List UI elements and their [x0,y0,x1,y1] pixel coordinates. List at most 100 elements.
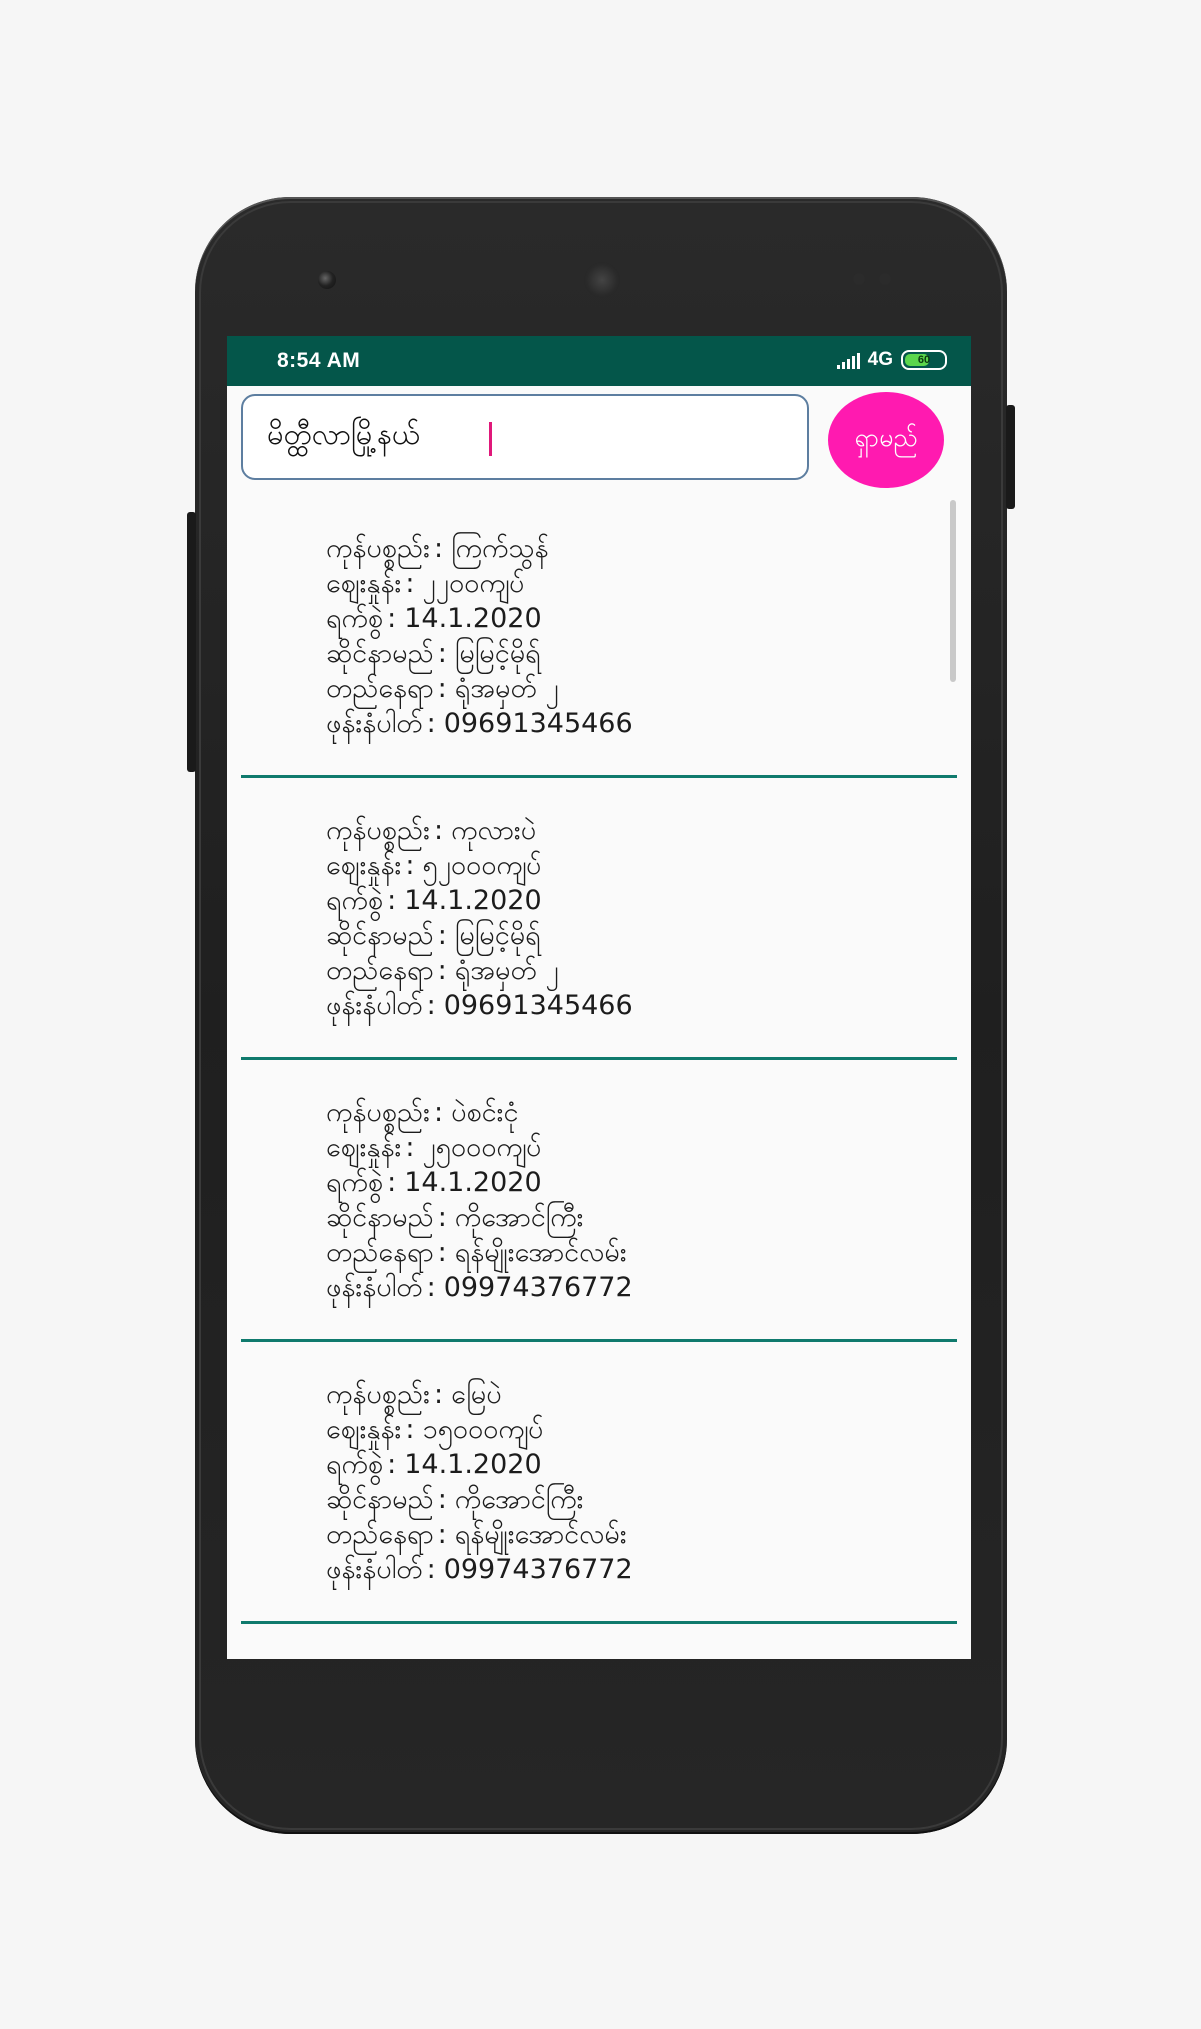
phone-label: ဖုန်းနံပါတ် [326,1272,423,1303]
phone-label: ဖုန်းနံပါတ် [326,990,423,1021]
result-card-details: ကုန်ပစ္စည်း: ကုလားပဲ ဈေးနှုန်း:၅၂၀၀၀ကျပ် ရက… [326,813,633,1023]
app-screen: 8:54 AM 4G 60 ရှာမည် ကုန်ပစ္စည်း:ကြက်သွန… [227,336,971,1659]
shop-row: ဆိုင်နာမည်: မြမြင့်မိုရ် [326,636,633,671]
colon-separator: : [387,885,397,916]
colon-separator: : [437,1202,447,1233]
battery-icon: 60 [901,350,947,370]
result-card-details: ကုန်ပစ္စည်း: မြေပဲ ဈေးနှုန်း:၁၅၀၀၀ကျပ် ရက်စ… [326,1377,633,1587]
shop-value: ကိုအောင်ကြီး [454,1484,584,1515]
product-row: ကုန်ပစ္စည်း: ကုလားပဲ [326,813,633,848]
product-row: ကုန်ပစ္စည်း: မြေပဲ [326,1377,633,1412]
result-card[interactable]: ကုန်ပစ္စည်း: မြေပဲ ဈေးနှုန်း:၁၅၀၀၀ကျပ် ရက်စ… [241,1342,957,1624]
product-value: ကြက်သွန် [451,533,549,564]
address-value: ရန်မျိုးအောင်လမ်း [454,1519,627,1550]
search-input[interactable] [241,394,809,480]
product-label: ကုန်ပစ္စည်း [326,533,430,564]
colon-separator: : [405,568,415,599]
price-value: ၅၂၀၀၀ကျပ် [422,850,542,881]
product-row: ကုန်ပစ္စည်း: ပဲစင်းငုံ [326,1095,633,1130]
product-value: ကုလားပဲ [451,815,537,846]
colon-separator: : [437,1484,447,1515]
date-label: ရက်စွဲ [326,1167,384,1198]
colon-separator: : [405,1414,415,1445]
shop-value: ကိုအောင်ကြီး [454,1202,584,1233]
colon-separator: : [426,1272,436,1303]
price-label: ဈေးနှုန်း [326,850,402,881]
status-icons: 4G 60 [836,349,947,371]
shop-label: ဆိုင်နာမည် [326,638,434,669]
price-value: ၁၅၀၀၀ကျပ် [422,1414,544,1445]
product-label: ကုန်ပစ္စည်း [326,1379,430,1410]
colon-separator: : [437,1519,447,1550]
shop-row: ဆိုင်နာမည်: မြမြင့်မိုရ် [326,918,633,953]
light-sensor [879,273,891,285]
colon-separator: : [387,1449,397,1480]
shop-row: ဆိုင်နာမည်: ကိုအောင်ကြီး [326,1482,633,1517]
date-label: ရက်စွဲ [326,885,384,916]
colon-separator: : [387,1167,397,1198]
signal-bars-icon [836,351,860,369]
front-camera [318,271,336,289]
colon-separator: : [426,990,436,1021]
address-value: ရုံအမှတ် ၂ [454,673,559,704]
phone-value: 09691345466 [443,708,633,739]
price-row: ဈေးနှုန်း:၅၂၀၀၀ကျပ် [326,848,633,883]
address-label: တည်နေရာ [326,955,434,986]
date-value: 14.1.2020 [404,1167,542,1198]
address-value: ရန်မျိုးအောင်လမ်း [454,1237,627,1268]
address-row: တည်နေရာ: ရုံအမှတ် ၂ [326,671,633,706]
colon-separator: : [437,955,447,986]
result-card-details: ကုန်ပစ္စည်း: ကြက်သွန် ဈေးနှုန်း:၂၂၀၀ကျပ် ရက… [326,531,633,741]
colon-separator: : [437,1237,447,1268]
date-value: 14.1.2020 [404,603,542,634]
price-value: ၂၂၀၀ကျပ် [422,568,525,599]
network-type: 4G [867,349,893,370]
shop-label: ဆိုင်နာမည် [326,1484,434,1515]
text-caret [489,422,492,456]
date-value: 14.1.2020 [404,1449,542,1480]
price-value: ၂၅၀၀၀ကျပ် [422,1132,542,1163]
phone-label: ဖုန်းနံပါတ် [326,708,423,739]
colon-separator: : [437,920,447,951]
address-label: တည်နေရာ [326,1519,434,1550]
date-row: ရက်စွဲ:14.1.2020 [326,1165,633,1200]
result-card-details: ကုန်ပစ္စည်း: ပဲစင်းငုံ ဈေးနှုန်း:၂၅၀၀၀ကျပ်… [326,1095,633,1305]
shop-value: မြမြင့်မိုရ် [454,638,541,669]
colon-separator: : [387,603,397,634]
date-row: ရက်စွဲ:14.1.2020 [326,1447,633,1482]
shop-value: မြမြင့်မိုရ် [454,920,541,951]
address-row: တည်နေရာ: ရန်မျိုးအောင်လမ်း [326,1517,633,1552]
product-value: ပဲစင်းငုံ [451,1097,519,1128]
phone-value: 09974376772 [443,1554,633,1585]
price-label: ဈေးနှုန်း [326,568,402,599]
colon-separator: : [433,1379,444,1410]
colon-separator: : [426,1554,436,1585]
phone-row: ဖုန်းနံပါတ်:09691345466 [326,988,633,1023]
result-card[interactable]: ကုန်ပစ္စည်း: ကြက်သွန် ဈေးနှုန်း:၂၂၀၀ကျပ် ရက… [241,496,957,778]
result-card[interactable]: ကုန်ပစ္စည်း: ကုလားပဲ ဈေးနှုန်း:၅၂၀၀၀ကျပ် ရက… [241,778,957,1060]
address-row: တည်နေရာ: ရန်မျိုးအောင်လမ်း [326,1235,633,1270]
date-value: 14.1.2020 [404,885,542,916]
list-scrollbar[interactable] [950,500,956,682]
address-label: တည်နေရာ [326,673,434,704]
colon-separator: : [437,673,447,704]
colon-separator: : [426,708,436,739]
date-row: ရက်စွဲ:14.1.2020 [326,601,633,636]
phone-label: ဖုန်းနံပါတ် [326,1554,423,1585]
colon-separator: : [437,638,447,669]
phone-row: ဖုန်းနံပါတ်:09974376772 [326,1270,633,1305]
result-card[interactable]: ကုန်ပစ္စည်း: ပဲစင်းငုံ ဈေးနှုန်း:၂၅၀၀၀ကျပ်… [241,1060,957,1342]
price-label: ဈေးနှုန်း [326,1414,402,1445]
proximity-sensor [853,273,865,285]
price-row: ဈေးနှုန်း:၂၅၀၀၀ကျပ် [326,1130,633,1165]
colon-separator: : [433,533,444,564]
status-bar: 8:54 AM 4G 60 [227,336,971,386]
shop-row: ဆိုင်နာမည်: ကိုအောင်ကြီး [326,1200,633,1235]
colon-separator: : [433,1097,444,1128]
colon-separator: : [433,815,444,846]
volume-button [187,512,196,772]
search-button[interactable]: ရှာမည် [828,392,944,488]
results-list[interactable]: ကုန်ပစ္စည်း: ကြက်သွန် ဈေးနှုန်း:၂၂၀၀ကျပ် ရက… [227,496,971,1659]
phone-row: ဖုန်းနံပါတ်:09974376772 [326,1552,633,1587]
shop-label: ဆိုင်နာမည် [326,920,434,951]
